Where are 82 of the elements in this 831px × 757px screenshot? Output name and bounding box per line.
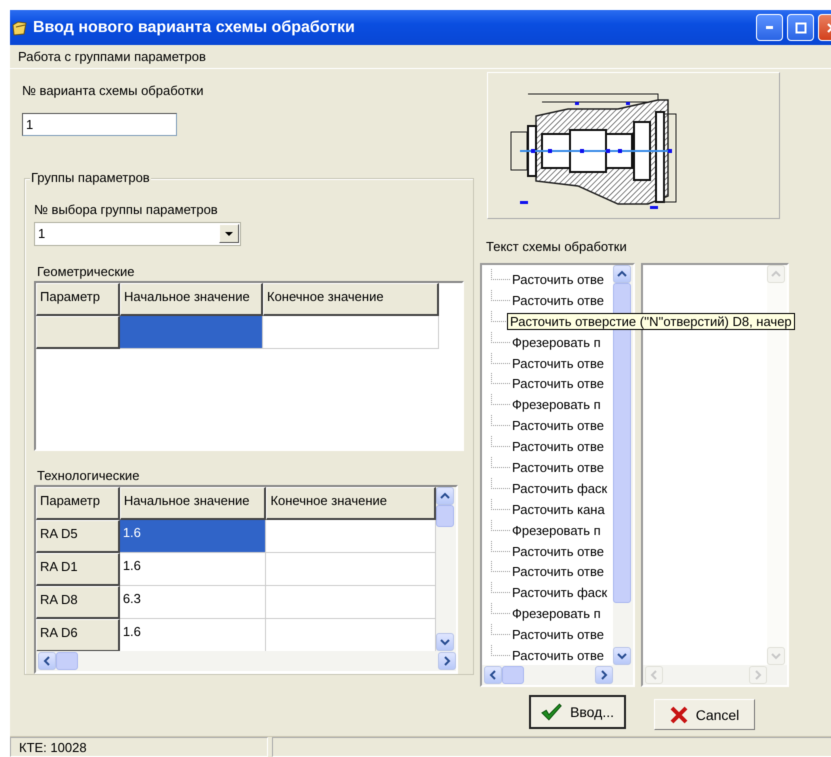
tree-item[interactable]: Расточить отве (512, 564, 604, 580)
tree-item[interactable]: Расточить отве (512, 544, 604, 559)
status-text: КТЕ: 10028 (10, 737, 268, 757)
group-dropdown[interactable]: 1 (34, 222, 241, 246)
tree-item[interactable]: Расточить отве (512, 648, 604, 663)
tree-item[interactable]: Расточить фаск (512, 585, 608, 600)
tree-item[interactable]: Расточить отве (512, 292, 604, 308)
scroll-thumb[interactable] (56, 652, 78, 670)
maximize-icon (794, 22, 806, 34)
tree-item[interactable]: Расточить отве (512, 460, 604, 475)
menu-item[interactable]: Работа с группами параметров (16, 49, 208, 64)
column-header[interactable]: Начальное значение (120, 282, 263, 316)
tree-item[interactable]: Фрезеровать п (512, 606, 601, 622)
table-cell[interactable]: 1.6 (120, 552, 266, 586)
folder-icon (12, 18, 28, 36)
variant-label: № варианта схемы обработки (22, 83, 204, 98)
tree-item[interactable]: Фрезеровать п (512, 397, 601, 412)
group-select-label: № выбора группы параметров (34, 202, 218, 217)
column-header[interactable]: Начальное значение (120, 486, 266, 520)
chevron-up-icon (617, 270, 627, 278)
tree-item[interactable]: Расточить отве (512, 376, 604, 392)
column-header[interactable]: Конечное значение (263, 282, 439, 316)
table-cell[interactable]: 1.6 (120, 520, 266, 552)
cancel-button[interactable]: Cancel (654, 699, 755, 730)
row-header: RA D8 (36, 586, 120, 618)
scheme-text-label: Текст схемы обработки (486, 239, 627, 254)
tree-item[interactable]: Фрезеровать п (512, 522, 601, 538)
window-title: Ввод нового варианта схемы обработки (33, 18, 356, 36)
column-header[interactable]: Параметр (36, 282, 120, 316)
column-header[interactable]: Конечное значение (266, 486, 436, 520)
tree-item[interactable]: Расточить отве (512, 418, 604, 434)
tree-item[interactable]: Фрезеровать п (512, 334, 601, 350)
chevron-left-icon (43, 656, 51, 666)
cross-icon (670, 706, 688, 724)
chevron-down-icon (771, 652, 781, 660)
tooltip: Расточить отверстие (''N''отверстий) D8, начер (507, 312, 795, 330)
row-header: RA D5 (36, 520, 120, 552)
table-cell[interactable] (120, 316, 263, 349)
section-title: Геометрические (37, 264, 134, 279)
tree-item[interactable]: Расточить отве (512, 356, 604, 370)
checkmark-icon (541, 702, 562, 722)
chevron-up-icon (771, 270, 781, 278)
row-header: RA D1 (36, 552, 120, 586)
chevron-right-icon (443, 656, 451, 666)
tree-item[interactable]: Расточить кана (512, 502, 605, 517)
table-cell[interactable] (266, 552, 436, 586)
scroll-thumb[interactable] (502, 666, 524, 684)
groupbox-title: Группы параметров (30, 170, 151, 185)
scroll-up-button[interactable] (613, 265, 631, 283)
scroll-right-button[interactable] (595, 666, 613, 684)
scroll-down-button[interactable] (613, 647, 631, 665)
variant-field[interactable]: 1 (22, 113, 177, 136)
tree-item[interactable]: Расточить отве (512, 439, 604, 454)
tree-item[interactable]: Расточить отве (512, 272, 604, 287)
section-title: Технологические (37, 468, 140, 482)
chevron-right-icon (754, 670, 762, 680)
scroll-up-button[interactable] (436, 486, 454, 504)
chevron-up-icon (440, 492, 450, 500)
scroll-down-button[interactable] (436, 632, 454, 650)
chevron-left-icon (650, 670, 658, 680)
chevron-down-icon (440, 638, 450, 646)
chevron-right-icon (600, 670, 608, 680)
minimize-icon (766, 26, 773, 29)
table-cell[interactable]: 1.6 (120, 618, 266, 650)
table-cell[interactable] (263, 316, 439, 349)
scroll-left-button[interactable] (484, 666, 502, 684)
scroll-thumb[interactable] (436, 504, 454, 526)
table-cell[interactable]: 6.3 (120, 586, 266, 618)
table-cell[interactable] (266, 520, 436, 552)
row-header: RA D6 (36, 618, 120, 650)
minimize-button[interactable] (756, 14, 783, 41)
tree-item[interactable]: Расточить отве (512, 627, 604, 642)
scroll-right-button[interactable] (438, 652, 456, 670)
chevron-down-icon (617, 652, 627, 660)
table-cell[interactable] (266, 586, 436, 618)
ok-button[interactable]: Ввод... (529, 695, 626, 729)
maximize-button[interactable] (787, 14, 814, 41)
tree-item[interactable]: Расточить фаск (512, 480, 608, 496)
scroll-left-button[interactable] (38, 652, 56, 670)
column-header[interactable]: Параметр (36, 486, 120, 520)
table-cell[interactable] (266, 618, 436, 650)
chevron-left-icon (489, 670, 497, 680)
